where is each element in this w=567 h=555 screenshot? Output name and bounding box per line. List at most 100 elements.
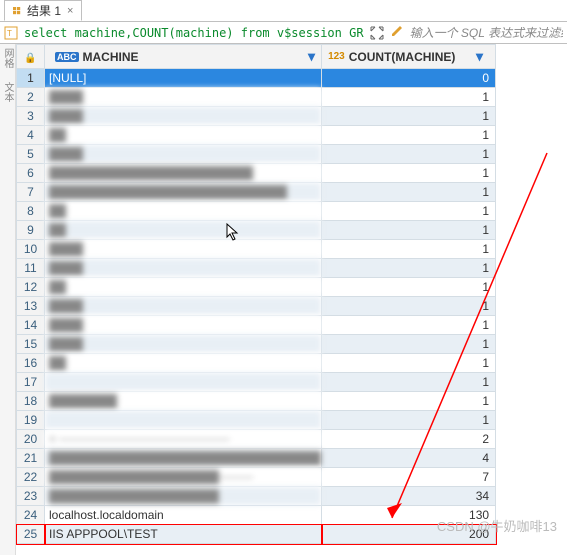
cell-machine[interactable] — [45, 411, 322, 430]
row-number[interactable]: 15 — [17, 335, 45, 354]
row-number[interactable]: 25 — [17, 525, 45, 544]
cell-count[interactable]: 4 — [322, 449, 496, 468]
cell-machine[interactable]: localhost.localdomain — [45, 506, 322, 525]
row-number[interactable]: 9 — [17, 221, 45, 240]
row-number[interactable]: 21 — [17, 449, 45, 468]
filter-hint[interactable]: 输入一个 SQL 表达式来过滤结果 (使用 — [410, 24, 563, 41]
row-number[interactable]: 4 — [17, 126, 45, 145]
vtab-text[interactable]: 文本 — [0, 78, 15, 102]
row-number[interactable]: 18 — [17, 392, 45, 411]
vtab-grid[interactable]: 网格 — [0, 44, 15, 68]
cell-machine[interactable]: ████████████████████████████ — [45, 183, 322, 202]
table-row[interactable]: 15████1 — [17, 335, 496, 354]
table-row[interactable]: 8██1 — [17, 202, 496, 221]
row-number[interactable]: 2 — [17, 88, 45, 107]
cell-count[interactable]: 2 — [322, 430, 496, 449]
cell-machine[interactable]: ████ — [45, 297, 322, 316]
cell-machine[interactable]: ████████████████████████████████ — [45, 449, 322, 468]
table-row[interactable]: 10████1 — [17, 240, 496, 259]
cell-machine[interactable]: ████ — [45, 240, 322, 259]
table-row[interactable]: 3████1 — [17, 107, 496, 126]
close-icon[interactable]: × — [67, 5, 73, 17]
cell-count[interactable]: 1 — [322, 221, 496, 240]
cell-machine[interactable]: ██ — [45, 278, 322, 297]
row-number[interactable]: 17 — [17, 373, 45, 392]
cell-count[interactable]: 1 — [322, 145, 496, 164]
row-number[interactable]: 19 — [17, 411, 45, 430]
cell-count[interactable]: 34 — [322, 487, 496, 506]
cell-machine[interactable]: ████ — [45, 335, 322, 354]
dropdown-icon[interactable]: ▾ — [308, 48, 315, 65]
cell-machine[interactable]: ████ — [45, 107, 322, 126]
table-row[interactable]: 6████████████████████████1 — [17, 164, 496, 183]
row-number[interactable]: 12 — [17, 278, 45, 297]
cell-machine[interactable]: ██ — [45, 126, 322, 145]
cell-count[interactable]: 1 — [322, 88, 496, 107]
table-row[interactable]: 7████████████████████████████1 — [17, 183, 496, 202]
cell-count[interactable]: 1 — [322, 107, 496, 126]
table-row[interactable]: 11████1 — [17, 259, 496, 278]
row-number[interactable]: 10 — [17, 240, 45, 259]
table-row[interactable]: 20= ────────────────────2 — [17, 430, 496, 449]
sql-run-icon[interactable]: T — [4, 26, 18, 40]
row-number[interactable]: 13 — [17, 297, 45, 316]
cell-machine[interactable]: ████ — [45, 145, 322, 164]
cell-count[interactable]: 1 — [322, 392, 496, 411]
row-number[interactable]: 7 — [17, 183, 45, 202]
table-row[interactable]: 5████1 — [17, 145, 496, 164]
cell-machine[interactable]: ████ — [45, 88, 322, 107]
cell-machine[interactable]: IIS APPPOOL\TEST — [45, 525, 322, 544]
data-grid[interactable]: 🔒 ABC MACHINE ▾ 123 COUNT(MACHINE) — [16, 44, 567, 555]
row-number[interactable]: 23 — [17, 487, 45, 506]
table-row[interactable]: 18████████1 — [17, 392, 496, 411]
cell-count[interactable]: 0 — [322, 69, 496, 88]
row-number[interactable]: 22 — [17, 468, 45, 487]
cell-count[interactable]: 1 — [322, 335, 496, 354]
row-number[interactable]: 5 — [17, 145, 45, 164]
row-number[interactable]: 3 — [17, 107, 45, 126]
row-number[interactable]: 20 — [17, 430, 45, 449]
row-number[interactable]: 16 — [17, 354, 45, 373]
cell-count[interactable]: 1 — [322, 126, 496, 145]
cell-machine[interactable]: ████████████████████──── — [45, 468, 322, 487]
cell-machine[interactable]: ████████████████████ — [45, 487, 322, 506]
col-header-rownum[interactable]: 🔒 — [17, 45, 45, 69]
cell-count[interactable]: 1 — [322, 354, 496, 373]
dropdown-icon[interactable]: ▾ — [476, 48, 483, 65]
cell-count[interactable]: 7 — [322, 468, 496, 487]
cell-count[interactable]: 1 — [322, 259, 496, 278]
cell-count[interactable]: 1 — [322, 297, 496, 316]
table-row[interactable]: 171 — [17, 373, 496, 392]
cell-count[interactable]: 1 — [322, 240, 496, 259]
table-row[interactable]: 24localhost.localdomain130 — [17, 506, 496, 525]
cell-count[interactable]: 1 — [322, 316, 496, 335]
col-header-count[interactable]: 123 COUNT(MACHINE) ▾ — [322, 45, 496, 69]
cell-machine[interactable]: [NULL] — [45, 69, 322, 88]
table-row[interactable]: 1[NULL]0 — [17, 69, 496, 88]
table-row[interactable]: 4██1 — [17, 126, 496, 145]
table-row[interactable]: 25IIS APPPOOL\TEST200 — [17, 525, 496, 544]
table-row[interactable]: 9██1 — [17, 221, 496, 240]
table-row[interactable]: 22████████████████████────7 — [17, 468, 496, 487]
col-header-machine[interactable]: ABC MACHINE ▾ — [45, 45, 322, 69]
table-row[interactable]: 23████████████████████34 — [17, 487, 496, 506]
cell-machine[interactable] — [45, 373, 322, 392]
row-number[interactable]: 14 — [17, 316, 45, 335]
cell-count[interactable]: 1 — [322, 411, 496, 430]
tab-results-1[interactable]: 结果 1 × — [4, 0, 82, 21]
cell-count[interactable]: 1 — [322, 278, 496, 297]
table-row[interactable]: 2████1 — [17, 88, 496, 107]
cell-machine[interactable]: ████ — [45, 316, 322, 335]
row-number[interactable]: 8 — [17, 202, 45, 221]
expand-icon[interactable] — [370, 26, 384, 40]
table-row[interactable]: 21████████████████████████████████4 — [17, 449, 496, 468]
cell-count[interactable]: 1 — [322, 183, 496, 202]
row-number[interactable]: 24 — [17, 506, 45, 525]
cell-machine[interactable]: ████████ — [45, 392, 322, 411]
cell-machine[interactable]: ██ — [45, 202, 322, 221]
row-number[interactable]: 1 — [17, 69, 45, 88]
table-row[interactable]: 14████1 — [17, 316, 496, 335]
sql-text[interactable]: select machine,COUNT(machine) from v$ses… — [24, 26, 364, 40]
table-row[interactable]: 13████1 — [17, 297, 496, 316]
cell-machine[interactable]: ████ — [45, 259, 322, 278]
